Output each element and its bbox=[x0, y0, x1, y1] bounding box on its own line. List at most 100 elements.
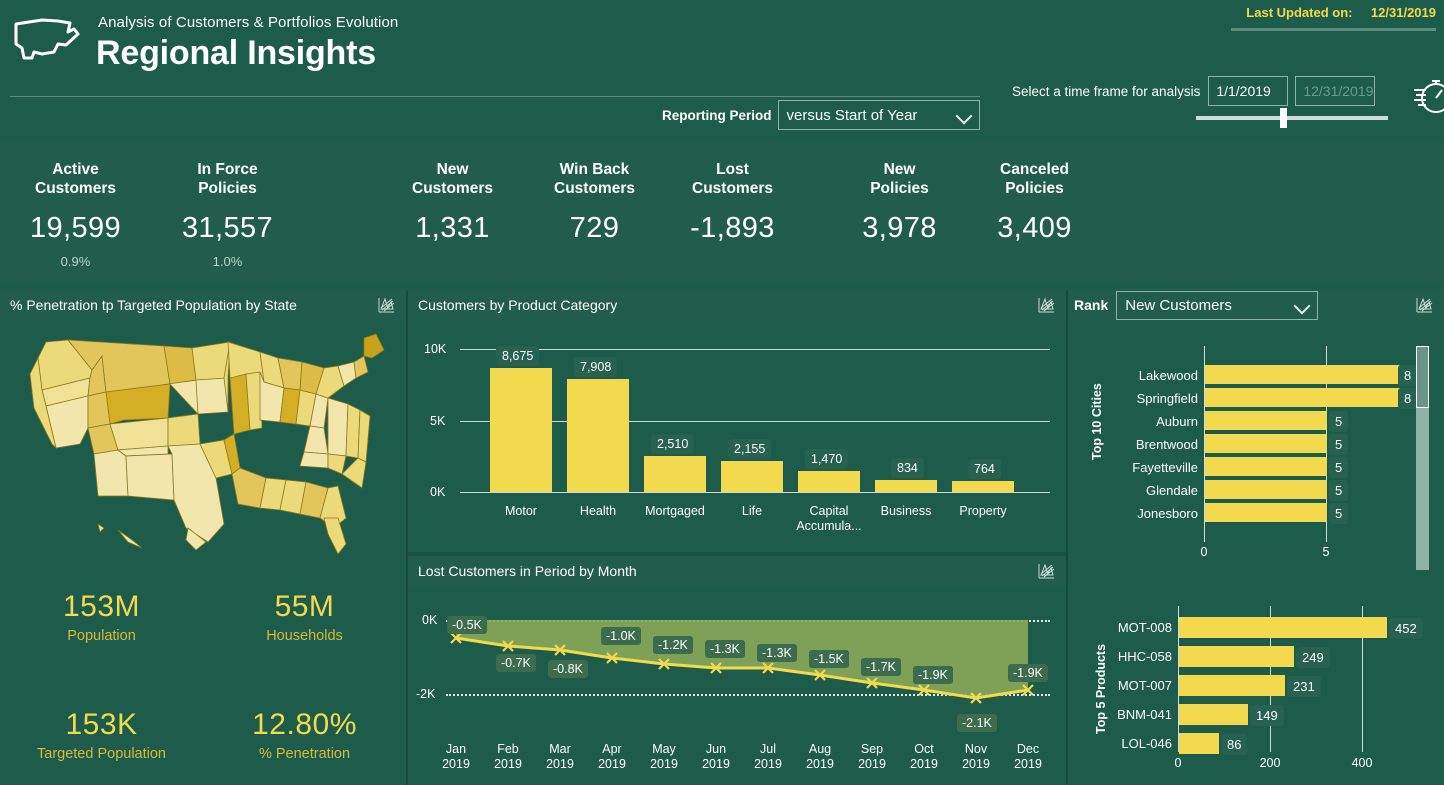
lost-customers-chart[interactable]: 0K -2K bbox=[408, 586, 1066, 785]
month-label: Nov2019 bbox=[950, 742, 1002, 772]
city-bar[interactable] bbox=[1205, 503, 1327, 522]
city-bar[interactable] bbox=[1205, 365, 1400, 384]
product-bar[interactable] bbox=[1179, 733, 1219, 754]
timeframe-control: Select a time frame for analysis 1/1/201… bbox=[1012, 76, 1382, 106]
stats-row-bottom: 153K Targeted Population 12.80% % Penetr… bbox=[0, 708, 406, 762]
month-label: May2019 bbox=[638, 742, 690, 772]
stat-value: 153M bbox=[0, 590, 203, 624]
bar-mortgaged[interactable] bbox=[644, 456, 706, 492]
focus-mode-icon[interactable] bbox=[1414, 295, 1434, 315]
category-label: Business bbox=[866, 504, 946, 519]
lost-customers-panel: Lost Customers in Period by Month 0K -2K bbox=[408, 556, 1066, 785]
city-bar[interactable] bbox=[1205, 480, 1327, 499]
kpi-active-customers[interactable]: ActiveCustomers 19,599 0.9% bbox=[8, 160, 143, 269]
city-label: Brentwood bbox=[1104, 437, 1198, 452]
city-bar[interactable] bbox=[1205, 457, 1327, 476]
product-bar[interactable] bbox=[1179, 675, 1285, 696]
stat-value: 153K bbox=[0, 708, 203, 742]
area-panel-header: Lost Customers in Period by Month bbox=[408, 556, 1066, 586]
city-label: Fayetteville bbox=[1104, 460, 1198, 475]
bar-life[interactable] bbox=[721, 461, 783, 492]
city-label: Springfield bbox=[1104, 391, 1198, 406]
focus-mode-icon[interactable] bbox=[1036, 561, 1056, 581]
stat-households: 55M Households bbox=[203, 590, 406, 644]
kpi-new-policies[interactable]: NewPolicies 3,978 bbox=[832, 160, 967, 254]
bar-panel-title: Customers by Product Category bbox=[418, 297, 617, 313]
map-panel-title: % Penetration tp Targeted Population by … bbox=[10, 297, 297, 313]
kpi-value: 3,409 bbox=[967, 212, 1102, 245]
bar-motor[interactable] bbox=[490, 368, 552, 492]
top-products-panel: Top 5 Products MOT-008 HHC-058 MOT-007 B… bbox=[1068, 584, 1444, 785]
product-label: BNM-041 bbox=[1072, 707, 1172, 722]
stopwatch-icon[interactable] bbox=[1412, 72, 1444, 116]
product-bar[interactable] bbox=[1179, 617, 1387, 638]
gridline-10k bbox=[460, 349, 1050, 350]
dashboard-subtitle: Analysis of Customers & Portfolios Evolu… bbox=[98, 14, 398, 31]
category-label: Life bbox=[712, 504, 792, 519]
product-bar[interactable] bbox=[1179, 646, 1294, 667]
month-label: Oct2019 bbox=[898, 742, 950, 772]
focus-mode-icon[interactable] bbox=[376, 295, 396, 315]
kpi-new-customers[interactable]: NewCustomers 1,331 bbox=[385, 160, 520, 254]
point-label: -1.9K bbox=[1008, 664, 1048, 682]
product-bar[interactable] bbox=[1179, 704, 1248, 725]
product-label: MOT-007 bbox=[1072, 678, 1172, 693]
product-value: 86 bbox=[1221, 734, 1247, 755]
date-range-slider[interactable] bbox=[1196, 116, 1388, 120]
city-bar[interactable] bbox=[1205, 434, 1327, 453]
date-to-field[interactable]: 12/31/2019 bbox=[1295, 76, 1375, 106]
y-tick-5k: 5K bbox=[430, 414, 445, 428]
kpi-title-line1: New bbox=[437, 161, 469, 178]
city-value: 5 bbox=[1329, 503, 1348, 524]
city-value: 5 bbox=[1329, 434, 1348, 455]
cities-scrollbar-thumb[interactable] bbox=[1416, 346, 1429, 408]
last-updated-value: 12/31/2019 bbox=[1371, 5, 1436, 20]
bar-value-label: 764 bbox=[968, 459, 1001, 479]
dashboard-root: Analysis of Customers & Portfolios Evolu… bbox=[0, 0, 1444, 785]
stat-value: 12.80% bbox=[203, 708, 406, 742]
us-choropleth-map[interactable] bbox=[28, 328, 388, 560]
kpi-title-line1: Win Back bbox=[560, 161, 630, 178]
point-label: -1.5K bbox=[809, 650, 849, 668]
category-label: Motor bbox=[481, 504, 561, 519]
month-label: Aug2019 bbox=[794, 742, 846, 772]
x-tick-200: 200 bbox=[1252, 756, 1288, 770]
kpi-win-back-customers[interactable]: Win BackCustomers 729 bbox=[527, 160, 662, 254]
month-label: Jan2019 bbox=[430, 742, 482, 772]
bar-health[interactable] bbox=[567, 379, 629, 492]
focus-mode-icon[interactable] bbox=[1036, 295, 1056, 315]
city-bar[interactable] bbox=[1205, 411, 1327, 430]
bar-capital-accumulation[interactable] bbox=[798, 471, 860, 492]
reporting-period-label: Reporting Period bbox=[662, 108, 772, 123]
reporting-period-select[interactable]: versus Start of Year bbox=[778, 100, 980, 130]
rank-select[interactable]: New Customers bbox=[1116, 291, 1318, 320]
x-tick-5: 5 bbox=[1314, 545, 1338, 559]
stat-population: 153M Population bbox=[0, 590, 203, 644]
top-cities-chart[interactable]: Top 10 Cities Lakewood Springfield Aubur… bbox=[1068, 320, 1444, 580]
bar-value-label: 1,470 bbox=[805, 449, 848, 469]
city-value: 5 bbox=[1329, 480, 1348, 501]
slider-handle[interactable] bbox=[1280, 108, 1287, 128]
city-bar[interactable] bbox=[1205, 388, 1400, 407]
date-from-field[interactable]: 1/1/2019 bbox=[1208, 76, 1288, 106]
bar-value-label: 8,675 bbox=[496, 346, 539, 366]
product-label: MOT-008 bbox=[1072, 620, 1172, 635]
timeframe-label: Select a time frame for analysis bbox=[1012, 84, 1200, 99]
bar-business[interactable] bbox=[875, 480, 937, 492]
stat-label: Households bbox=[203, 628, 406, 644]
bar-property[interactable] bbox=[952, 481, 1014, 492]
product-category-chart[interactable]: 10K 5K 0K 8,675 7,908 2,510 2,155 1,470 … bbox=[408, 320, 1066, 552]
x-tick-0: 0 bbox=[1192, 545, 1216, 559]
kpi-canceled-policies[interactable]: CanceledPolicies 3,409 bbox=[967, 160, 1102, 254]
dashboard-header: Analysis of Customers & Portfolios Evolu… bbox=[0, 0, 1444, 140]
kpi-in-force-policies[interactable]: In ForcePolicies 31,557 1.0% bbox=[160, 160, 295, 269]
cities-scrollbar[interactable] bbox=[1416, 346, 1429, 570]
x-tick-400: 400 bbox=[1344, 756, 1380, 770]
kpi-lost-customers[interactable]: LostCustomers -1,893 bbox=[665, 160, 800, 254]
reporting-period-control: Reporting Period versus Start of Year bbox=[662, 100, 980, 130]
product-label: LOL-046 bbox=[1072, 736, 1172, 751]
top-products-chart[interactable]: Top 5 Products MOT-008 HHC-058 MOT-007 B… bbox=[1068, 584, 1444, 785]
point-label: -1.0K bbox=[601, 627, 641, 645]
city-label: Jonesboro bbox=[1104, 506, 1198, 521]
month-label: Sep2019 bbox=[846, 742, 898, 772]
